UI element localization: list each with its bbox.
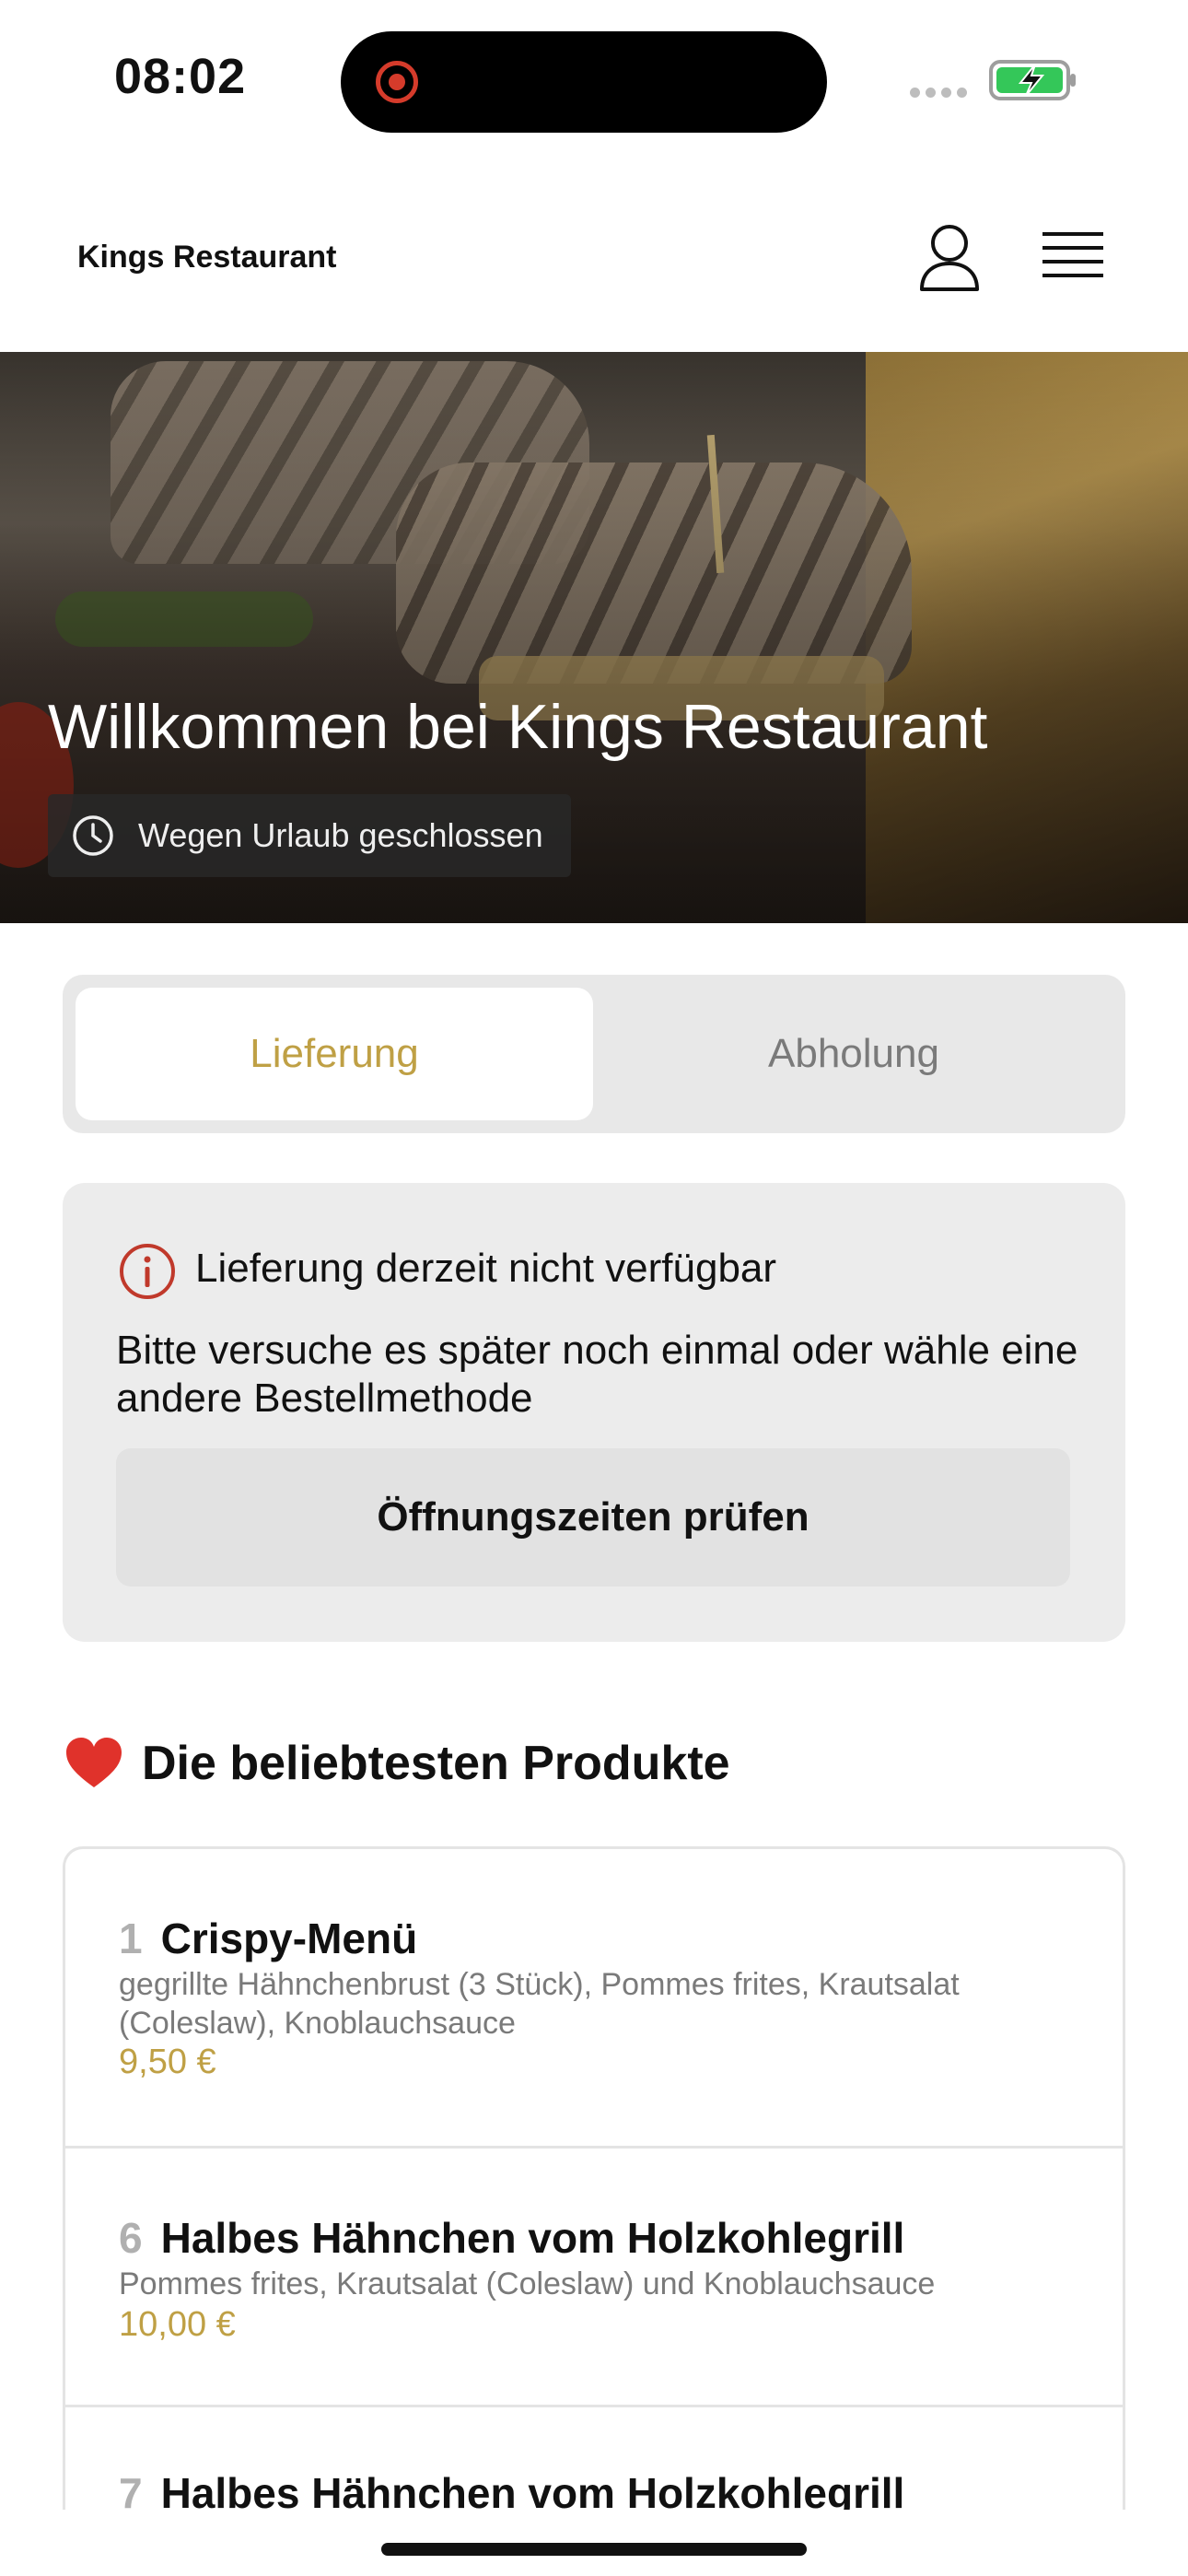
dynamic-island	[341, 31, 827, 133]
user-account-icon[interactable]	[917, 223, 982, 293]
closed-status-badge: Wegen Urlaub geschlossen	[48, 794, 571, 877]
product-title: 7 Halbes Hähnchen vom Holzkohlegrill	[119, 2468, 904, 2510]
product-title: 1 Crispy-Menü	[119, 1914, 417, 1963]
closed-status-text: Wegen Urlaub geschlossen	[138, 816, 543, 854]
signal-icon	[910, 88, 967, 98]
recording-icon	[376, 61, 418, 103]
order-method-tabs: Lieferung Abholung	[63, 975, 1125, 1133]
tab-delivery[interactable]: Lieferung	[76, 988, 593, 1120]
hero-banner: Willkommen bei Kings Restaurant Wegen Ur…	[0, 352, 1188, 923]
product-item[interactable]: 6 Halbes Hähnchen vom Holzkohlegrill Pomm…	[65, 2149, 1123, 2407]
product-item[interactable]: 1 Crispy-Menü gegrillte Hähnchenbrust (3 …	[65, 1849, 1123, 2149]
info-alert-icon	[120, 1244, 175, 1299]
check-opening-hours-button[interactable]: Öffnungszeiten prüfen	[116, 1448, 1070, 1587]
product-price: 10,00 €	[119, 2305, 236, 2344]
product-item[interactable]: 7 Halbes Hähnchen vom Holzkohlegrill	[65, 2407, 1123, 2510]
notice-title: Lieferung derzeit nicht verfügbar	[195, 1246, 777, 1291]
clock-icon	[73, 815, 113, 856]
tab-pickup[interactable]: Abholung	[595, 988, 1112, 1120]
product-title: 6 Halbes Hähnchen vom Holzkohlegrill	[119, 2213, 904, 2263]
app-header: Kings Restaurant	[0, 166, 1188, 352]
heart-icon	[66, 1738, 122, 1787]
product-list: 1 Crispy-Menü gegrillte Hähnchenbrust (3 …	[63, 1846, 1125, 2510]
home-indicator	[381, 2543, 807, 2556]
welcome-title: Willkommen bei Kings Restaurant	[48, 692, 988, 762]
product-description: Pommes frites, Krautsalat (Coleslaw) und…	[119, 2266, 936, 2301]
product-name: Halbes Hähnchen vom Holzkohlegrill	[160, 2469, 905, 2510]
product-number: 6	[119, 2214, 143, 2262]
product-number: 1	[119, 1914, 143, 1962]
status-time: 08:02	[114, 49, 247, 104]
product-name: Halbes Hähnchen vom Holzkohlegrill	[160, 2214, 905, 2262]
product-price: 9,50 €	[119, 2043, 216, 2081]
status-bar: 08:02	[0, 0, 1188, 166]
battery-charging-icon	[989, 60, 1076, 100]
popular-products-title: Die beliebtesten Produkte	[142, 1737, 730, 1790]
hamburger-menu-icon[interactable]	[1042, 228, 1103, 284]
product-number: 7	[119, 2469, 143, 2510]
popular-products-heading: Die beliebtesten Produkte	[64, 1736, 730, 1791]
product-description: gegrillte Hähnchenbrust (3 Stück), Pomme…	[119, 1967, 960, 2041]
product-name: Crispy-Menü	[160, 1914, 418, 1962]
delivery-unavailable-notice: Lieferung derzeit nicht verfügbar Bitte …	[63, 1183, 1125, 1642]
restaurant-name[interactable]: Kings Restaurant	[77, 240, 337, 275]
notice-text: Bitte versuche es später noch einmal ode…	[116, 1328, 1078, 1421]
